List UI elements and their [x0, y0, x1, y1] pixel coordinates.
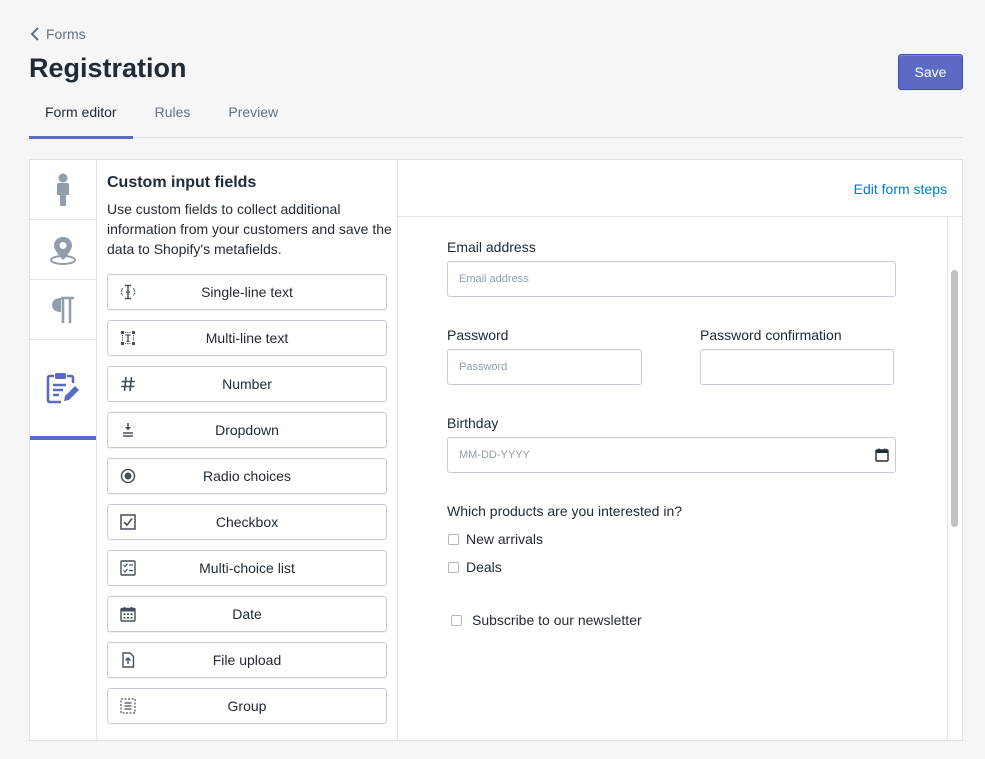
calendar-icon — [120, 607, 136, 622]
field-button-label: Multi-line text — [205, 330, 289, 346]
page-title: Registration — [29, 53, 187, 83]
field-button-label: Multi-choice list — [199, 560, 295, 576]
add-single-line-text-button[interactable]: Single-line text — [107, 274, 387, 310]
add-multi-line-text-button[interactable]: Multi-line text — [107, 320, 387, 356]
add-number-button[interactable]: Number — [107, 366, 387, 402]
field-button-label: Checkbox — [215, 514, 279, 530]
add-multi-choice-list-button[interactable]: Multi-choice list — [107, 550, 387, 586]
birthday-label: Birthday — [447, 415, 499, 431]
deals-checkbox[interactable] — [448, 562, 459, 573]
field-button-label: Dropdown — [215, 422, 279, 438]
custom-fields-panel: Custom input fields Use custom fields to… — [97, 160, 398, 740]
rail-item-account[interactable] — [30, 160, 96, 220]
add-file-upload-button[interactable]: File upload — [107, 642, 387, 678]
form-editor-card: Custom input fields Use custom fields to… — [29, 159, 963, 741]
deals-label: Deals — [466, 559, 502, 575]
add-dropdown-button[interactable]: Dropdown — [107, 412, 387, 448]
tab-preview[interactable]: Preview — [212, 96, 294, 138]
birthday-input[interactable] — [447, 437, 896, 473]
tab-rules[interactable]: Rules — [139, 96, 207, 138]
back-link-label: Forms — [46, 26, 86, 42]
field-button-label: Radio choices — [203, 468, 291, 484]
tab-form-editor[interactable]: Form editor — [29, 96, 133, 139]
clipboard-edit-icon — [46, 373, 79, 404]
new-arrivals-label: New arrivals — [466, 531, 544, 547]
add-radio-choices-button[interactable]: Radio choices — [107, 458, 387, 494]
field-button-label: Date — [232, 606, 262, 622]
back-to-forms-link[interactable]: Forms — [30, 26, 86, 42]
text-block-icon — [121, 331, 135, 345]
newsletter-label: Subscribe to our newsletter — [472, 612, 642, 628]
checklist-icon — [120, 560, 136, 576]
calendar-icon[interactable] — [875, 448, 889, 462]
preview-scrollbar[interactable] — [947, 217, 962, 740]
edit-form-steps-link[interactable]: Edit form steps — [854, 181, 947, 197]
group-icon — [120, 698, 136, 714]
password-confirmation-label: Password confirmation — [700, 327, 842, 343]
field-button-label: Group — [227, 698, 267, 714]
field-button-label: Number — [222, 376, 272, 392]
location-pin-icon — [50, 236, 76, 265]
password-confirmation-input[interactable] — [700, 349, 894, 385]
scrollbar-thumb[interactable] — [951, 270, 958, 527]
newsletter-checkbox[interactable] — [451, 615, 462, 626]
form-preview-pane: Edit form steps Email address Password P… — [398, 160, 962, 740]
field-button-label: Single-line text — [201, 284, 293, 300]
new-arrivals-checkbox[interactable] — [448, 534, 459, 545]
custom-fields-title: Custom input fields — [107, 174, 257, 191]
hash-icon — [121, 376, 135, 392]
add-group-button[interactable]: Group — [107, 688, 387, 724]
rail-item-address[interactable] — [30, 220, 96, 280]
dropdown-icon — [123, 423, 133, 437]
text-cursor-icon — [120, 284, 136, 300]
file-upload-icon — [122, 652, 135, 668]
radio-icon — [120, 468, 136, 484]
field-button-label: File upload — [212, 652, 282, 668]
password-input[interactable] — [447, 349, 642, 385]
add-date-button[interactable]: Date — [107, 596, 387, 632]
rail-item-custom-fields[interactable] — [30, 340, 96, 440]
email-label: Email address — [447, 239, 536, 255]
person-icon — [57, 173, 69, 206]
password-label: Password — [447, 327, 509, 343]
tab-bar: Form editor Rules Preview — [29, 96, 963, 139]
checkbox-icon — [120, 514, 136, 530]
email-input[interactable] — [447, 261, 896, 297]
products-question-label: Which products are you interested in? — [447, 503, 683, 519]
rail-item-text[interactable] — [30, 280, 96, 340]
save-button[interactable]: Save — [898, 54, 963, 90]
add-checkbox-button[interactable]: Checkbox — [107, 504, 387, 540]
pilcrow-icon — [52, 296, 74, 323]
preview-header: Edit form steps — [398, 160, 962, 217]
section-rail — [30, 160, 97, 740]
chevron-left-icon — [30, 27, 39, 41]
custom-fields-description: Use custom fields to collect additional … — [107, 201, 392, 257]
